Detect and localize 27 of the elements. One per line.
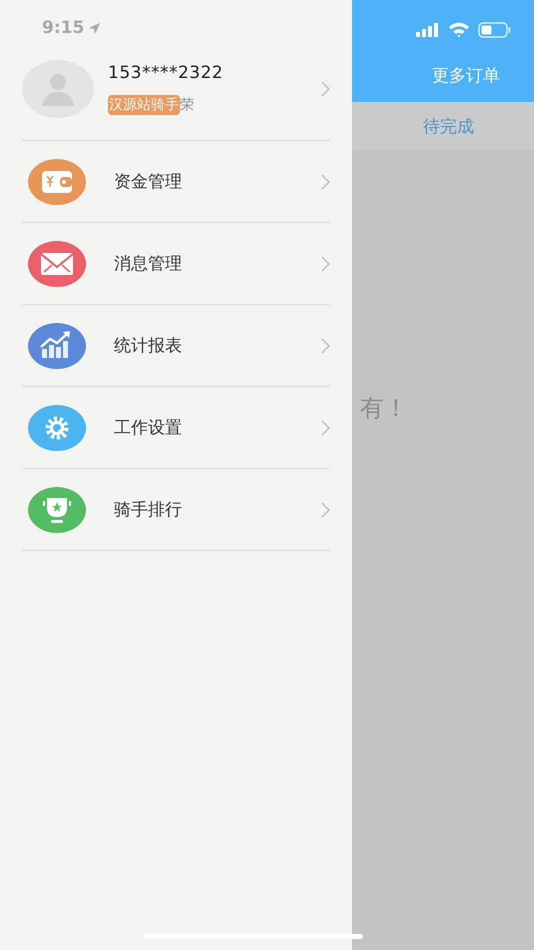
phone-number: 153****2322 (108, 63, 224, 83)
menu-item[interactable]: 工作设置 (22, 387, 330, 469)
rider-name: 荣 (180, 96, 194, 114)
menu-item[interactable]: 资金管理 (22, 141, 330, 223)
menu-item[interactable]: 统计报表 (22, 305, 330, 387)
wifi-icon (448, 22, 470, 38)
signal-icon (416, 23, 440, 37)
menu-label: 资金管理 (114, 171, 183, 193)
chevron-icon (321, 502, 330, 518)
empty-message: 有！ (360, 393, 408, 424)
battery-icon (478, 22, 512, 38)
avatar-icon (22, 60, 94, 118)
menu-label: 消息管理 (114, 253, 183, 275)
profile-row[interactable]: 153****2322 汉源站骑手荣 (22, 50, 330, 141)
chevron-icon (321, 338, 330, 354)
menu-label: 骑手排行 (114, 499, 183, 521)
location-arrow-icon (88, 22, 102, 34)
chevron-icon (321, 81, 330, 97)
menu-item[interactable]: 消息管理 (22, 223, 330, 305)
menu-item[interactable]: 骑手排行 (22, 469, 330, 551)
station-badge: 汉源站骑手 (108, 95, 180, 115)
chevron-icon (321, 174, 330, 190)
chevron-icon (321, 420, 330, 436)
chevron-icon (321, 256, 330, 272)
menu-label: 统计报表 (114, 335, 183, 357)
status-time: 9:15 (42, 18, 84, 38)
menu-label: 工作设置 (114, 417, 183, 439)
